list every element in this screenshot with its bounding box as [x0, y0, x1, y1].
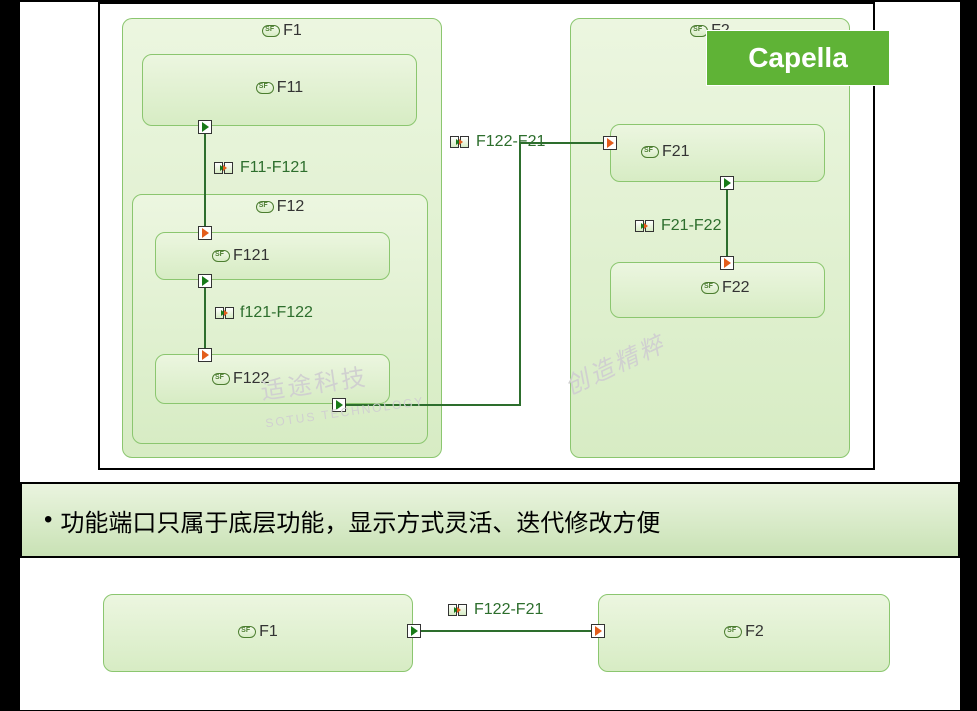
function-box-f1-bottom[interactable]: F1	[103, 594, 413, 672]
exchange-label-e4: F21-F22	[661, 217, 721, 235]
sf-icon	[641, 146, 659, 158]
port-in-f2-bottom[interactable]	[591, 624, 605, 638]
function-label-f1-bottom: F1	[104, 623, 412, 641]
function-label-f22: F22	[611, 279, 824, 297]
capella-badge: Capella	[706, 30, 890, 86]
function-label-f122: F122	[156, 370, 389, 388]
port-in-f122[interactable]	[198, 348, 212, 362]
sf-icon	[256, 201, 274, 213]
exchange-icon	[215, 307, 237, 321]
exchange-label-e3: F122-F21	[476, 133, 545, 151]
function-box-f11[interactable]: F11	[142, 54, 417, 126]
port-out-f121[interactable]	[198, 274, 212, 288]
canvas: F1 F11 F11-F121 F12 F121 f121-F122 F122	[20, 2, 960, 710]
function-label-f21: F21	[611, 143, 824, 161]
sf-icon	[256, 82, 274, 94]
function-label-f2-bottom: F2	[599, 623, 889, 641]
function-label-f12: F12	[133, 198, 427, 216]
port-out-f122[interactable]	[332, 398, 346, 412]
function-label-f121: F121	[156, 247, 389, 265]
sf-icon	[212, 250, 230, 262]
function-box-f122[interactable]: F122	[155, 354, 390, 404]
port-out-f21[interactable]	[720, 176, 734, 190]
sf-icon	[724, 626, 742, 638]
caption-bar: •功能端口只属于底层功能，显示方式灵活、迭代修改方便	[20, 482, 960, 558]
function-box-f121[interactable]: F121	[155, 232, 390, 280]
exchange-icon	[450, 136, 472, 150]
function-box-f21[interactable]: F21	[610, 124, 825, 182]
caption-text: 功能端口只属于底层功能，显示方式灵活、迭代修改方便	[60, 503, 660, 538]
sf-icon	[262, 25, 280, 37]
sf-icon	[701, 282, 719, 294]
function-label-f11: F11	[143, 79, 416, 97]
port-in-f121[interactable]	[198, 226, 212, 240]
exchange-label-e2: f121-F122	[240, 304, 313, 322]
exchange-label-bottom: F122-F21	[474, 601, 543, 619]
exchange-icon	[214, 162, 236, 176]
port-out-f11[interactable]	[198, 120, 212, 134]
port-in-f22[interactable]	[720, 256, 734, 270]
exchange-icon	[635, 220, 657, 234]
port-out-f1-bottom[interactable]	[407, 624, 421, 638]
exchange-label-e1: F11-F121	[240, 159, 308, 177]
exchange-icon	[448, 604, 470, 618]
function-label-f1: F1	[123, 22, 441, 40]
function-box-f22[interactable]: F22	[610, 262, 825, 318]
port-in-f21[interactable]	[603, 136, 617, 150]
sf-icon	[238, 626, 256, 638]
bottom-diagram-area: F1 F122-F21 F2	[98, 574, 898, 684]
function-box-f2-bottom[interactable]: F2	[598, 594, 890, 672]
sf-icon	[212, 373, 230, 385]
